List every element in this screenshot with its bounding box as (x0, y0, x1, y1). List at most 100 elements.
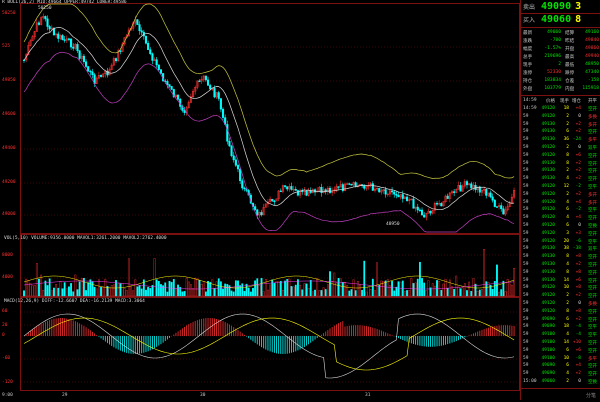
tick-row[interactable]: 59 49120 6 0 空换 (523, 223, 599, 230)
stat-row: 现手 2 最低 48950 (523, 62, 599, 69)
tick-price: 49120 (541, 285, 555, 291)
ask-row[interactable]: 卖出 49090 3 (523, 1, 581, 12)
tick-row[interactable]: 59 49120 4 +4 空开 (523, 215, 599, 222)
tick-row[interactable]: 59 49100 10 -8 多平 (523, 356, 599, 363)
volume-bar (344, 282, 346, 297)
tick-row[interactable]: 59 49130 38 -38 双平 (523, 246, 599, 253)
tick-row[interactable]: 15:00 49060 2 0 空换 (523, 379, 599, 386)
tick-time: 59 (523, 160, 529, 166)
tick-row[interactable]: 59 49090 4 +2 空开 (523, 371, 599, 378)
tick-open-close: 空换 (588, 224, 597, 229)
tick-oi-change: -2 (575, 184, 581, 189)
tick-row[interactable]: 59 49130 4 +2 空开 (523, 176, 599, 183)
volume-bar (215, 281, 218, 297)
tick-row[interactable]: 59 49120 2 0 多换 (523, 114, 599, 121)
tick-qty: 2 (566, 379, 569, 384)
volume-bar (247, 287, 250, 297)
tick-open-close: 空开 (588, 364, 597, 370)
volume-bar (239, 285, 242, 297)
tick-price: 49130 (541, 129, 555, 135)
volume-bar (292, 286, 295, 297)
volume-bar (339, 278, 342, 297)
volume-bar (33, 284, 36, 297)
tick-row[interactable]: 59 49090 18 -4 空平 (523, 324, 599, 331)
boll-mid-line (23, 27, 515, 211)
bid-row[interactable]: 买入 49060 8 (523, 14, 581, 25)
tick-row[interactable]: 59 49130 8 +8 空开 (523, 254, 599, 261)
tick-open-close: 空开 (588, 177, 597, 183)
tick-row[interactable]: 59 49130 6 +2 空开 (523, 129, 599, 136)
tick-row[interactable]: 59 49120 2 0 双平 (523, 145, 599, 152)
tick-row[interactable]: 59 49090 6 +2 空开 (523, 317, 599, 324)
tick-oi-change: +6 (575, 152, 581, 158)
tick-row[interactable]: 59 49120 6 -2 空平 (523, 207, 599, 214)
tick-row[interactable]: 59 49130 2 +2 空开 (523, 168, 599, 175)
chart-canvas[interactable] (0, 0, 520, 400)
price-tick-1: 525 (2, 44, 11, 49)
tick-open-close: 空开 (588, 294, 597, 300)
candle-body (221, 108, 225, 118)
volume-bar (166, 291, 169, 297)
tick-row[interactable]: 59 49120 4 +4 多开 (523, 200, 599, 207)
time-label-2: 30 (200, 393, 206, 398)
tick-oi-change: +10 (572, 340, 581, 345)
volume-bar (228, 285, 231, 297)
tick-row[interactable]: 59 49130 36 -24 多平 (523, 137, 599, 144)
volume-bar (397, 281, 400, 297)
tick-qty: 4 (566, 199, 569, 205)
tick-row[interactable]: 59 49130 2 +2 多开 (523, 122, 599, 129)
tick-row[interactable]: 59 49120 2 +2 多开 (523, 192, 599, 199)
kline-chart-area[interactable]: R BOLL(26,2) MID:49664 UPPER:49742 LOWER… (0, 0, 520, 400)
tick-oi-change: +2 (575, 293, 581, 299)
tab-ticks[interactable]: 分笔 (586, 392, 596, 399)
volume-bar (374, 290, 376, 297)
tick-oi-change: +2 (575, 168, 581, 174)
tick-row[interactable]: 59 49130 8 +8 空开 (523, 270, 599, 277)
tick-row[interactable]: 59 49120 20 -6 空平 (523, 239, 599, 246)
tick-row[interactable]: 59 49090 6 +4 空开 (523, 363, 599, 370)
tick-row[interactable]: 59 49130 14 +6 空开 (523, 278, 599, 285)
tick-row[interactable]: 59 49120 2 0 多换 (523, 301, 599, 308)
volume-bar (369, 289, 372, 297)
price-tick-2: 49850 (2, 78, 16, 83)
candle-body (420, 209, 424, 216)
volume-bar (55, 284, 58, 297)
tick-qty: 18 (563, 324, 569, 330)
volume-bar (196, 278, 199, 297)
tick-row[interactable]: 59 49130 8 +2 空开 (523, 161, 599, 168)
tick-qty: 10 (563, 355, 569, 361)
tick-row[interactable]: 59 49130 4 +2 空开 (523, 262, 599, 269)
tick-open-close: 多开 (588, 122, 597, 128)
tick-qty: 10 (563, 285, 569, 291)
tick-row[interactable]: 59 49120 12 -2 空平 (523, 184, 599, 191)
candle-body (89, 70, 92, 73)
tick-oi-change: +2 (575, 262, 581, 267)
tick-row[interactable]: 59 49100 14 +10 空开 (523, 340, 599, 347)
tick-time: 59 (523, 191, 529, 197)
stat-row: 涨停 52330 跌停 47340 (523, 70, 599, 77)
volume-bar (85, 290, 87, 297)
volume-bar (416, 278, 419, 297)
volume-bar (70, 283, 72, 297)
candle-body (149, 49, 152, 54)
tick-row[interactable]: 59 49120 2 +2 空开 (523, 293, 599, 300)
volume-bar (57, 287, 60, 297)
volume-bar (269, 284, 271, 297)
tick-row[interactable]: 59 49100 4 -4 空平 (523, 332, 599, 339)
volume-bar (140, 288, 143, 297)
tick-row[interactable]: 59 49120 3 +3 空开 (523, 231, 599, 238)
volume-bar (395, 286, 398, 297)
volume-bar (457, 286, 460, 297)
price-tick-5: 49200 (2, 180, 16, 185)
candle-body (260, 212, 263, 216)
tick-row[interactable]: 59 49120 8 +6 空开 (523, 153, 599, 160)
tick-row[interactable]: 59 49120 8 +8 空开 (523, 309, 599, 316)
tick-row[interactable]: 59 49100 6 +6 空开 (523, 348, 599, 355)
candle-body (87, 66, 90, 72)
tick-row[interactable]: 59 49120 10 +8 空开 (523, 285, 599, 292)
tick-row[interactable]: 14:59 49120 18 +4 空开 (523, 106, 599, 113)
candle-body (391, 190, 394, 193)
volume-bar (472, 278, 475, 297)
volume-bar (406, 290, 408, 297)
tick-price: 49120 (541, 223, 555, 228)
